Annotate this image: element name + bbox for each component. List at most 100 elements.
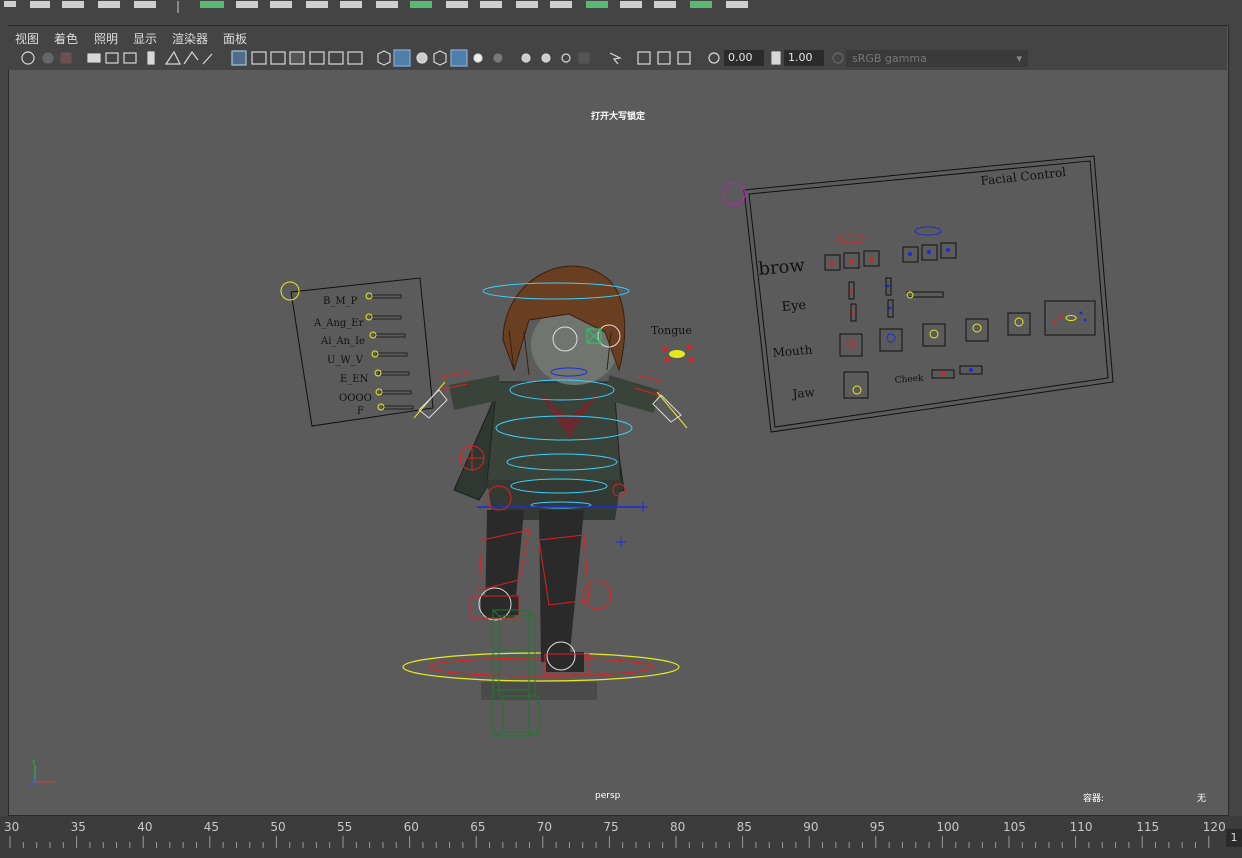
menu-renderer[interactable]: 渲染器	[172, 30, 208, 47]
phoneme-board[interactable]: B_M_P A_Ang_Er Ai_An_Ie U_W_V E_EN OOOO …	[280, 277, 434, 427]
brow-ctrl-dot	[927, 250, 931, 254]
timeline-tick-label: 100	[936, 820, 960, 834]
shelf-icon	[726, 1, 748, 8]
timeline-tick-label: 90	[803, 820, 819, 834]
shelf-icon	[376, 1, 398, 8]
tongue-ctrl	[669, 350, 685, 358]
shelf-strip	[0, 0, 1242, 14]
grease-pencil-icon[interactable]	[123, 52, 137, 64]
view-transform-icon[interactable]	[832, 52, 844, 64]
menu-show[interactable]: 显示	[133, 30, 157, 47]
xray-active-icon[interactable]	[657, 51, 671, 65]
gamma-icon[interactable]	[771, 51, 781, 65]
phoneme-slider-knob	[374, 369, 382, 377]
mouth-ctrl	[965, 318, 989, 342]
smooth-shade-icon[interactable]	[393, 49, 411, 67]
xray-icon[interactable]	[183, 50, 199, 65]
shelf-icon	[62, 1, 84, 8]
hud-container-value: 无	[1197, 794, 1207, 804]
exposure-icon[interactable]	[708, 52, 720, 64]
xray-joints-icon[interactable]	[637, 51, 651, 65]
menu-view[interactable]: 视图	[15, 30, 39, 47]
exposure-field[interactable]: 0.00	[724, 50, 764, 66]
brow-ctrl-dot	[849, 259, 853, 263]
isolate-select-icon[interactable]	[609, 52, 622, 65]
shelf-icon	[270, 1, 292, 8]
phoneme-slider-track	[378, 371, 410, 376]
timeline-tick-label: 35	[70, 820, 86, 834]
lights-icon[interactable]	[473, 53, 483, 63]
gamma-field[interactable]: 1.00	[784, 50, 824, 66]
brow-label: brow	[758, 255, 807, 280]
isolate-icon[interactable]	[164, 50, 181, 65]
film-gate-icon[interactable]	[251, 51, 267, 65]
timeline-tick-label: 40	[137, 820, 153, 834]
timeline-tick-label: 70	[536, 820, 553, 834]
timeline-tick-label: 30	[4, 820, 20, 834]
viewport-3d[interactable]: 打开大写锁定 B_M_P A_Ang_Er Ai_An_Ie U_W_V E_E…	[9, 70, 1227, 812]
bookmark-icon[interactable]	[147, 51, 155, 65]
wireframe-icon[interactable]	[377, 50, 391, 66]
lip-center-knob	[1065, 315, 1077, 321]
lip-ctrl-dot	[1079, 311, 1083, 315]
timeline-tick-label: 50	[270, 820, 286, 834]
hud-icon[interactable]	[677, 51, 691, 65]
select-camera-icon[interactable]	[21, 51, 35, 65]
tongue-control[interactable]: Tongue	[651, 324, 694, 363]
gate-mask-icon[interactable]	[289, 51, 305, 65]
camera-attributes-icon[interactable]	[42, 52, 54, 64]
bookmarks-icon[interactable]	[60, 52, 72, 64]
hud-container-label: 容器:	[1083, 794, 1105, 804]
menu-panels[interactable]: 面板	[223, 30, 247, 47]
color-space-select[interactable]: sRGB gamma ▾	[846, 50, 1028, 67]
phoneme-label: A_Ang_Er	[313, 318, 364, 329]
phoneme-label: OOOO	[339, 393, 372, 404]
eye-ctrl-dot	[849, 289, 853, 293]
phoneme-label: E_EN	[340, 374, 369, 385]
menu-lighting[interactable]: 照明	[94, 30, 118, 47]
shadows-icon[interactable]	[493, 53, 503, 63]
time-slider[interactable]: 30 35 40 45 50 55 60 65 70 75 80 85 90 95 100 105 110 115…	[0, 816, 1242, 858]
time-slider-ticks	[9, 836, 1210, 848]
tongue-ctrl-dot	[688, 357, 694, 363]
phoneme-label: Ai_An_Ie	[320, 336, 365, 347]
panel-toolbar: 0.00 1.00 sRGB gamma ▾	[8, 46, 1227, 70]
timeline-tick-label: 80	[670, 820, 686, 834]
current-frame-field[interactable]: 1	[1226, 829, 1242, 847]
root-ctrl-cross	[616, 537, 626, 547]
safe-action-icon[interactable]	[328, 51, 344, 65]
phoneme-label: F	[357, 406, 364, 417]
grid-icon[interactable]	[231, 50, 247, 66]
ghost-icon[interactable]	[202, 53, 213, 65]
safe-title-icon[interactable]	[347, 51, 363, 65]
screen-space-ao-icon[interactable]	[521, 53, 531, 63]
default-material-icon[interactable]	[416, 52, 428, 64]
cheek-label: Cheek	[894, 373, 924, 386]
brow-left-master	[837, 234, 865, 244]
phoneme-label: B_M_P	[323, 296, 358, 307]
shelf-icon	[4, 1, 16, 7]
phoneme-slider-track	[370, 315, 402, 320]
wireframe-on-shaded-icon[interactable]	[433, 50, 447, 66]
textured-icon[interactable]	[450, 49, 468, 67]
cheek-ctrl-dot	[941, 372, 945, 376]
anti-alias-icon[interactable]	[561, 53, 571, 63]
two-d-pan-icon[interactable]	[105, 52, 119, 64]
facial-control-board[interactable]: Facial Control brow Eye Mouth Jaw Cheek	[722, 155, 1114, 433]
tongue-ctrl-dot	[664, 357, 670, 363]
timeline-tick-label: 120	[1202, 820, 1226, 834]
axis-indicator: y x z	[28, 758, 56, 787]
shelf-icon	[480, 1, 502, 8]
image-plane-icon[interactable]	[87, 53, 101, 63]
menu-shading[interactable]: 着色	[54, 30, 78, 47]
field-chart-icon[interactable]	[309, 51, 325, 65]
motion-blur-icon[interactable]	[541, 53, 551, 63]
depth-of-field-icon[interactable]	[578, 52, 590, 64]
mouth-lips-ctrl	[1044, 300, 1096, 336]
mouth-ctrl-knob	[929, 329, 939, 339]
tongue-ctrl-dot	[662, 346, 668, 352]
knee-pole-ctrl	[582, 580, 612, 610]
resolution-gate-icon[interactable]	[270, 51, 286, 65]
color-space-value: sRGB gamma	[852, 52, 927, 65]
timeline-tick-label: 110	[1069, 820, 1093, 834]
